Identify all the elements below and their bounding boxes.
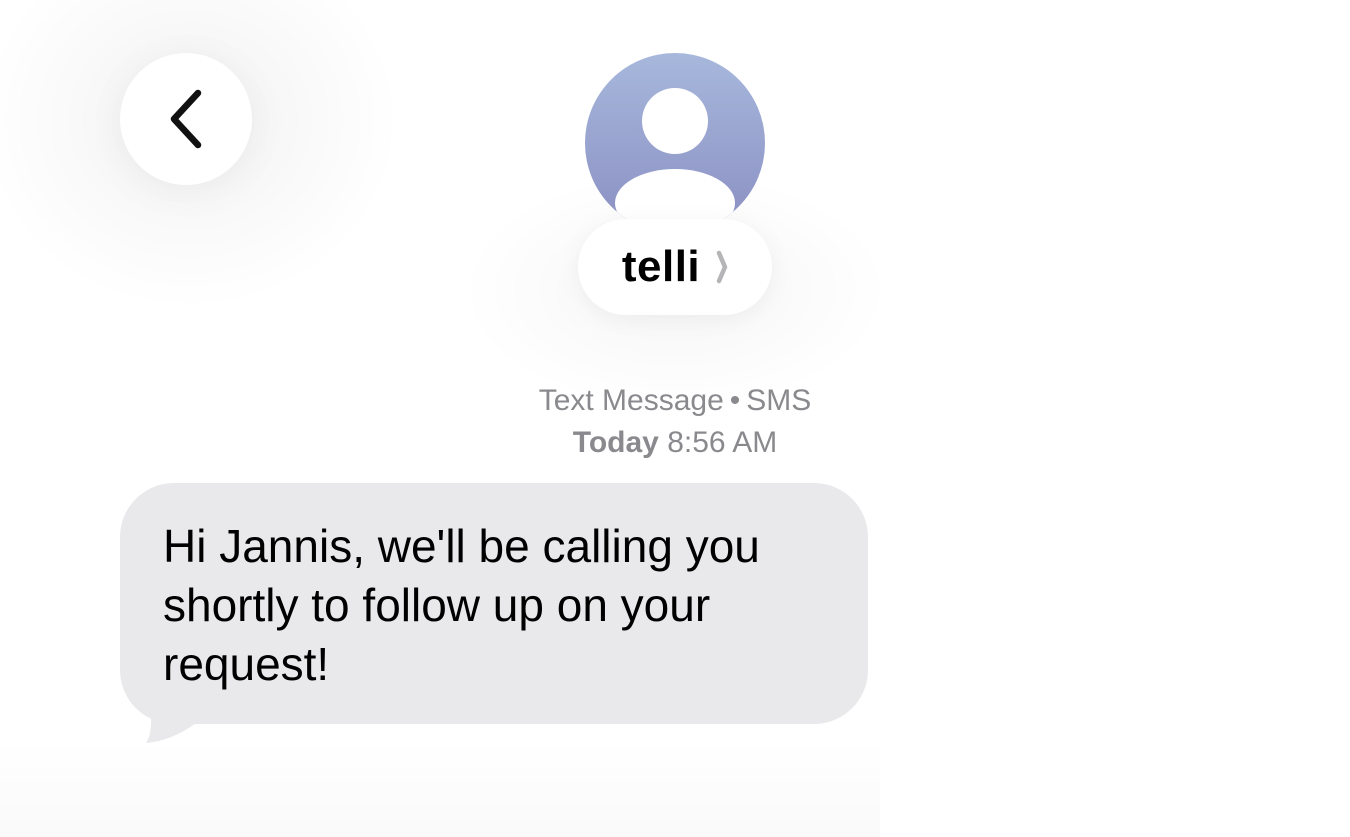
message-bubble: Hi Jannis, we'll be calling you shortly … [120,483,868,724]
incoming-message[interactable]: Hi Jannis, we'll be calling you shortly … [120,483,880,753]
service-line: Text Message • SMS [475,380,875,422]
chevron-left-icon [170,89,202,149]
messages-screen: telli Text Message • SMS Today 8:56 AM Hi … [0,0,1350,837]
service-label: Text Message [538,384,724,417]
chevron-right-icon [716,250,728,284]
message-time: 8:56 AM [667,426,778,459]
keyboard-edge-fade [0,740,880,837]
message-metadata: Text Message • SMS Today 8:56 AM [475,380,875,464]
contact-name: telli [621,242,701,291]
day-label: Today [572,426,659,459]
timestamp-line: Today 8:56 AM [475,422,875,464]
person-placeholder-icon [615,88,735,233]
contact-name-button[interactable]: telli [578,219,772,315]
message-text: Hi Jannis, we'll be calling you shortly … [163,520,760,690]
separator-dot: • [729,384,741,417]
contact-avatar[interactable] [585,53,765,233]
service-type: SMS [746,384,812,417]
back-button[interactable] [120,53,252,185]
